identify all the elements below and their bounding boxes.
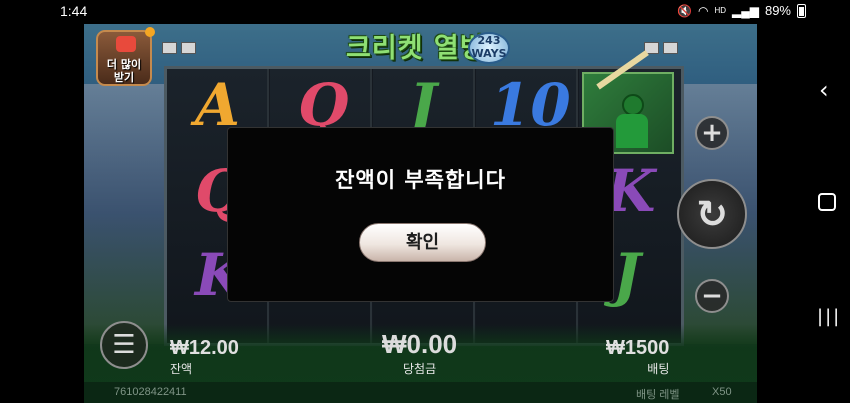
- mute-icon: 🔇: [677, 3, 692, 18]
- dialog-message: 잔액이 부족합니다: [335, 168, 506, 192]
- balance-display: ₩12.00 잔액: [170, 337, 239, 377]
- balance-value: ₩12.00: [170, 337, 239, 359]
- battery-percent: 89%: [764, 3, 791, 18]
- insufficient-balance-dialog: 잔액이 부족합니다 확인: [227, 127, 614, 302]
- game-logo: 크리켓 열병 243 WAYS: [340, 24, 510, 66]
- status-icons: 🔇 ◠ HD ▂▄▆ 89%: [677, 3, 806, 18]
- win-value: ₩0.00: [382, 329, 458, 359]
- home-icon[interactable]: [818, 193, 836, 211]
- reel-symbol: J: [613, 241, 641, 309]
- signal-icon: ▂▄▆: [732, 3, 759, 18]
- navigation-bar: ‹ |||: [757, 24, 850, 403]
- floodlight-icon: [644, 42, 678, 56]
- round-id: 761028422411: [114, 386, 187, 398]
- menu-button[interactable]: ☰: [100, 321, 148, 369]
- status-bar: 1:44 🔇 ◠ HD ▂▄▆ 89%: [0, 0, 850, 24]
- floodlight-icon: [162, 42, 196, 56]
- notification-dot: [145, 27, 155, 37]
- increase-bet-button[interactable]: +: [695, 116, 729, 150]
- win-label: 당첨금: [403, 362, 437, 376]
- bet-value: ₩1500: [606, 337, 670, 359]
- bet-display: ₩1500 배팅: [606, 337, 669, 377]
- balance-label: 잔액: [170, 362, 193, 376]
- spin-button[interactable]: ↻: [677, 179, 747, 249]
- promo-label: 더 많이 받기: [106, 58, 142, 84]
- game-title: 크리켓 열병: [346, 33, 486, 64]
- gift-icon: [116, 36, 136, 52]
- win-display: ₩0.00 당첨금: [382, 329, 457, 377]
- promo-button[interactable]: 더 많이 받기: [96, 30, 152, 86]
- battery-icon: [797, 3, 806, 18]
- back-icon[interactable]: ‹: [819, 76, 829, 104]
- bet-level-label: 배팅 레벨: [636, 389, 680, 401]
- volte-icon: HD: [714, 6, 726, 15]
- menu-icon: ☰: [112, 330, 136, 360]
- confirm-button[interactable]: 확인: [359, 223, 486, 262]
- stadium-background-left: [84, 84, 174, 344]
- footer-bar: 761028422411 배팅 레벨 X50: [84, 382, 757, 403]
- multiplier: X50: [712, 386, 732, 398]
- decrease-bet-button[interactable]: −: [695, 279, 729, 313]
- status-time: 1:44: [60, 3, 88, 19]
- wifi-icon: ◠: [697, 3, 709, 18]
- recent-apps-icon[interactable]: |||: [817, 306, 841, 327]
- bet-label: 배팅: [647, 362, 670, 376]
- ways-badge: 243 WAYS: [468, 32, 510, 64]
- spin-icon: ↻: [696, 192, 728, 236]
